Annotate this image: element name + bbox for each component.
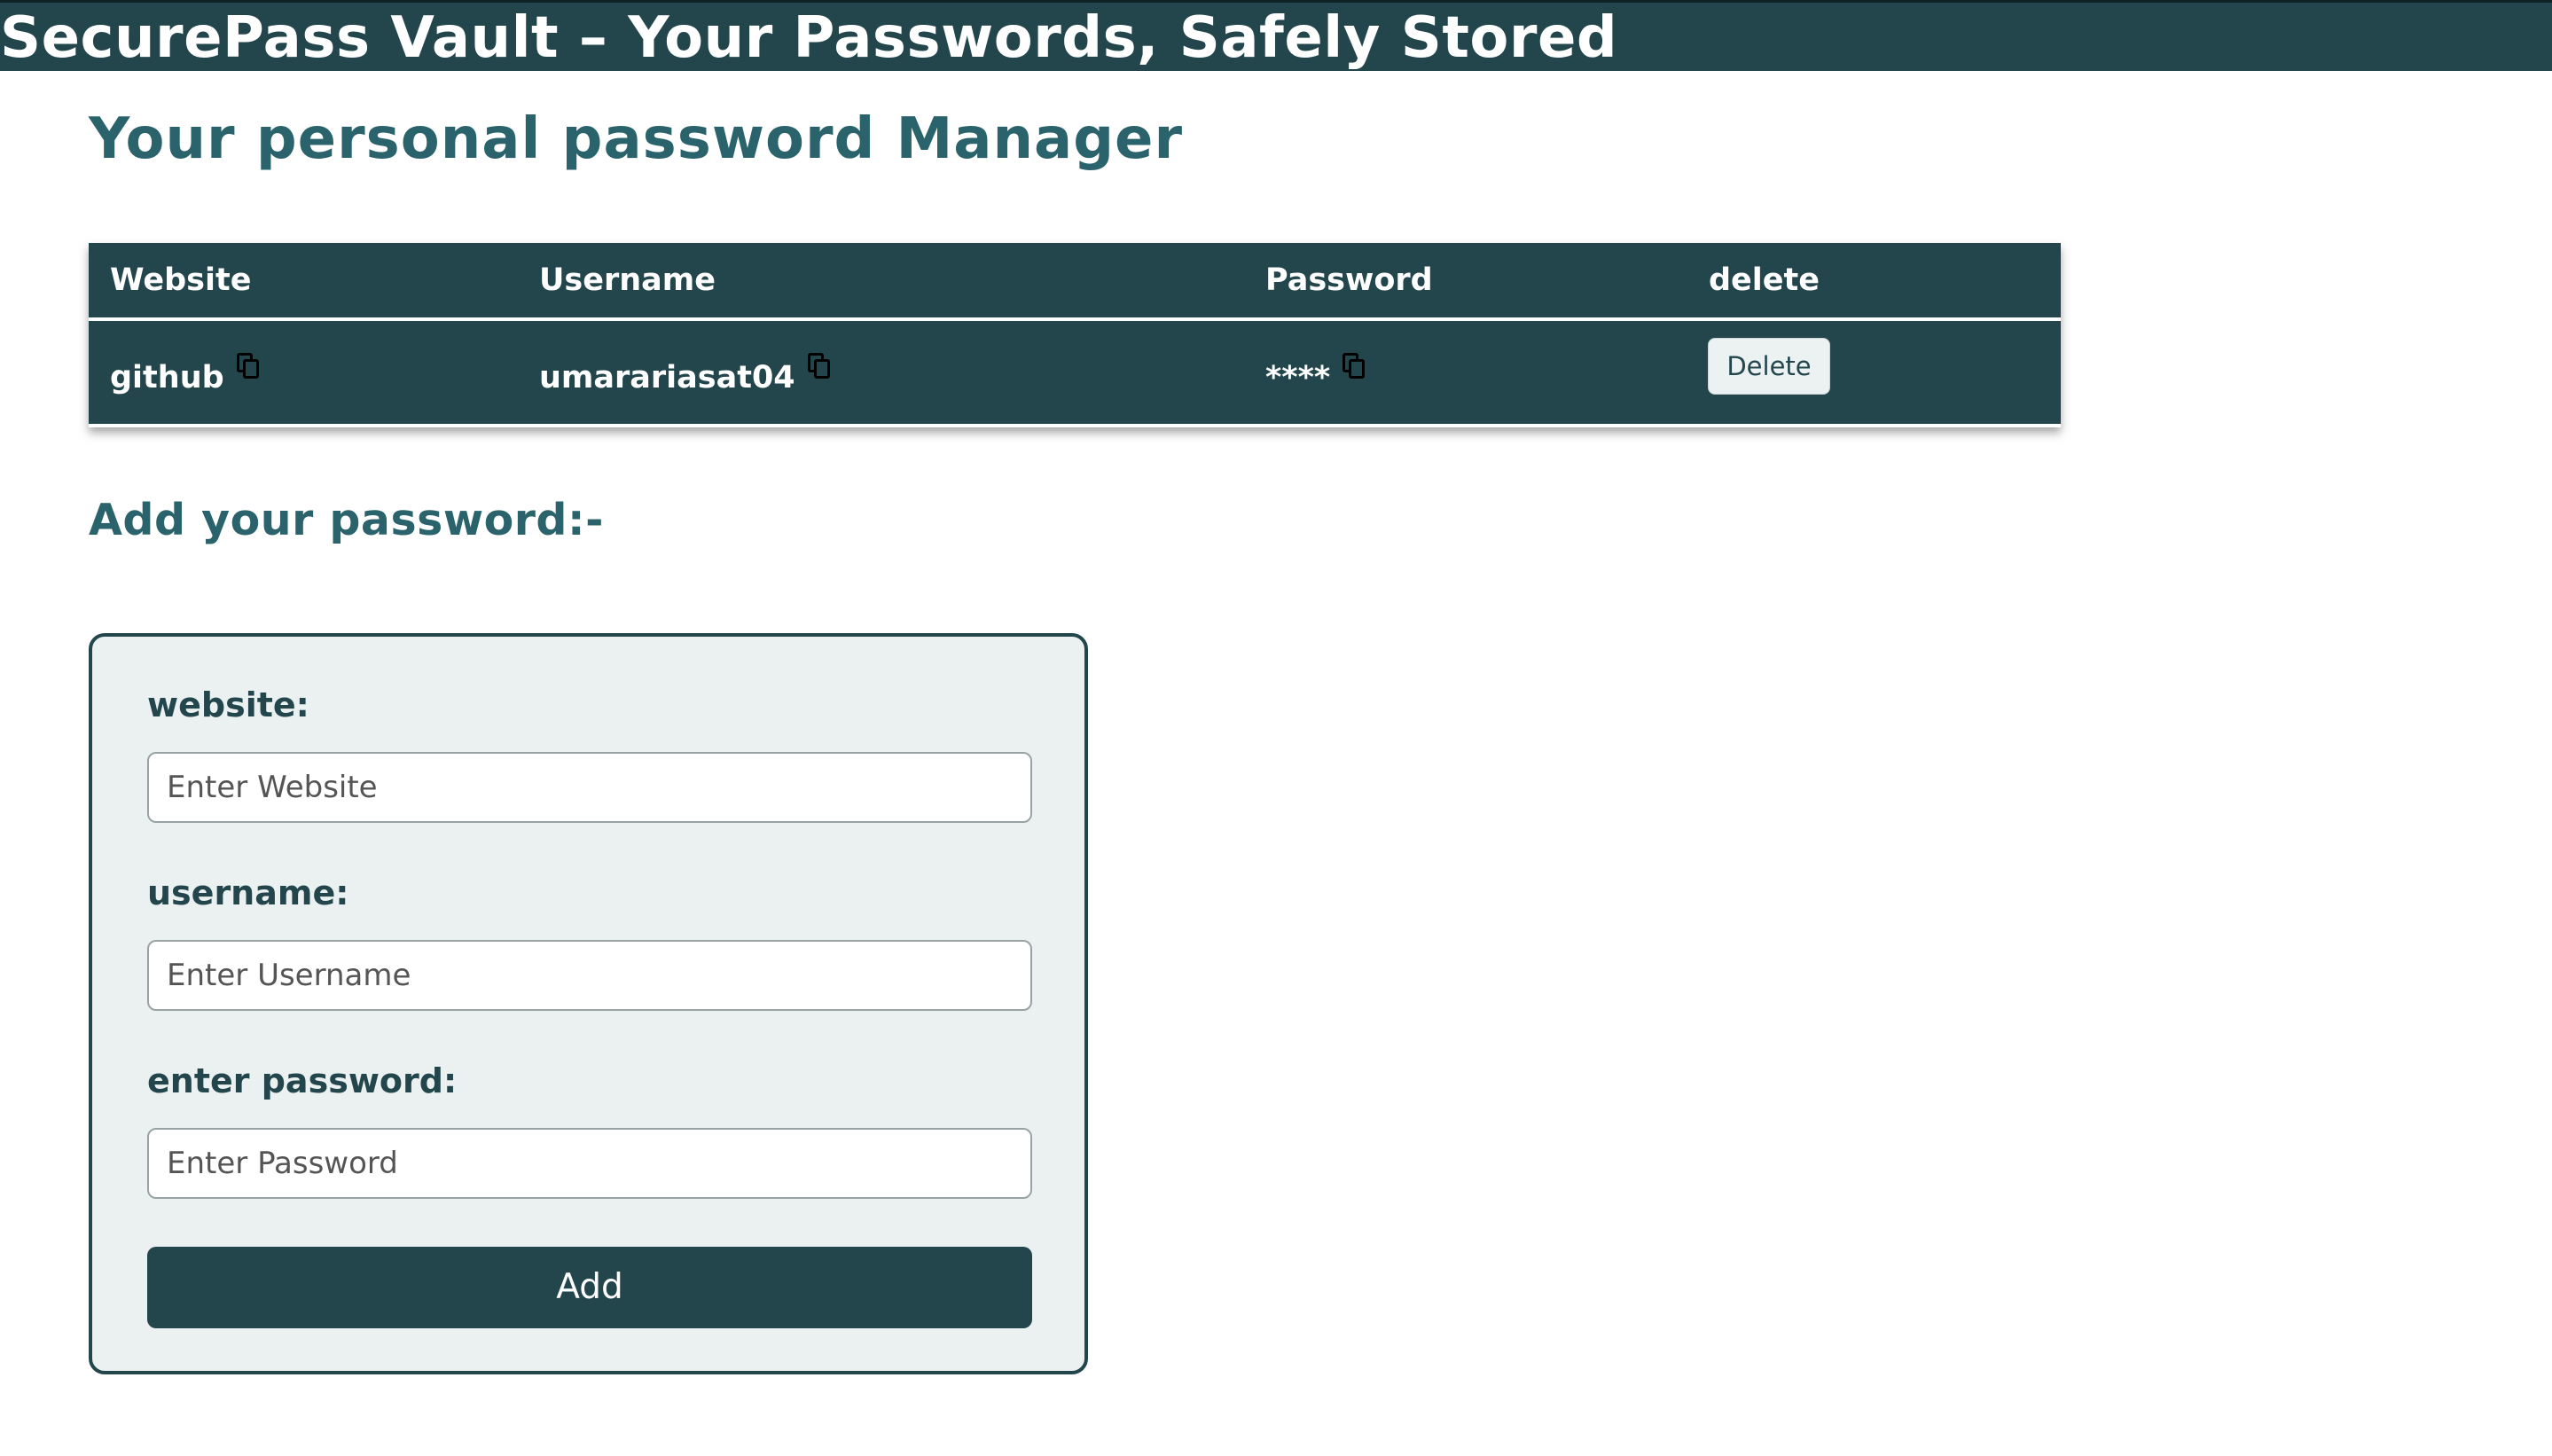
column-header-website: Website — [110, 262, 252, 298]
cell-password: **** — [1265, 321, 1367, 424]
password-value: **** — [1265, 360, 1331, 395]
app-header: SecurePass Vault – Your Passwords, Safel… — [0, 0, 2552, 71]
password-table: Website Username Password delete github … — [89, 243, 2061, 427]
website-input[interactable] — [147, 752, 1032, 823]
delete-button[interactable]: Delete — [1708, 338, 1830, 395]
column-header-password: Password — [1265, 262, 1433, 298]
copy-icon[interactable] — [1343, 353, 1367, 381]
add-password-heading: Add your password:- — [89, 495, 604, 545]
cell-website: github — [110, 321, 262, 424]
add-password-form: website: username: enter password: Add — [89, 633, 1088, 1374]
website-value: github — [110, 360, 224, 395]
password-label: enter password: — [147, 1061, 458, 1100]
username-value: umarariasat04 — [539, 360, 795, 395]
add-button[interactable]: Add — [147, 1247, 1032, 1328]
page-title: Your personal password Manager — [89, 106, 1183, 172]
password-input[interactable] — [147, 1128, 1032, 1199]
table-header-row: Website Username Password delete — [89, 243, 2061, 321]
username-input[interactable] — [147, 940, 1032, 1011]
column-header-delete: delete — [1709, 262, 1820, 298]
column-header-username: Username — [539, 262, 716, 298]
username-label: username: — [147, 873, 349, 912]
table-row: github umarariasat04 **** Delete — [89, 321, 2061, 427]
copy-icon[interactable] — [236, 353, 262, 381]
cell-username: umarariasat04 — [539, 321, 833, 424]
website-label: website: — [147, 685, 309, 724]
copy-icon[interactable] — [807, 353, 833, 381]
app-title: SecurePass Vault – Your Passwords, Safel… — [0, 5, 1618, 71]
